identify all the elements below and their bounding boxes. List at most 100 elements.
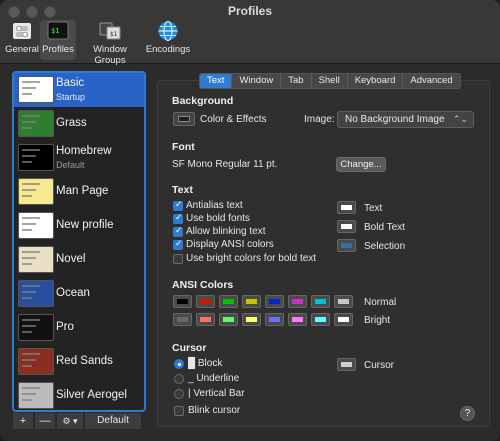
thumbnail-text-line — [22, 393, 36, 395]
thumbnail-text-line — [22, 291, 36, 293]
profile-item[interactable]: Basic Startup — [14, 73, 144, 107]
tab-shell[interactable]: Shell — [312, 74, 348, 88]
profile-item[interactable]: Silver Aerogel — [14, 379, 144, 410]
antialias-checkbox[interactable] — [173, 199, 183, 211]
toolbar-label: Window Groups — [93, 44, 127, 66]
color-swatch — [315, 317, 326, 322]
blink-cursor-label: Blink cursor — [188, 405, 241, 416]
profile-thumbnail — [18, 382, 54, 409]
thumbnail-text-line — [22, 229, 32, 231]
bold-fonts-checkbox[interactable] — [173, 212, 183, 224]
color-swatch — [246, 317, 257, 322]
blinking-text-checkbox[interactable] — [173, 225, 183, 237]
ansi-normal-color-well[interactable] — [242, 295, 261, 308]
toolbar-window-groups[interactable]: $1 Window Groups — [78, 20, 142, 66]
tab-text[interactable]: Text — [200, 74, 233, 88]
bright-bold-checkbox[interactable] — [173, 254, 183, 264]
tab-keyboard[interactable]: Keyboard — [348, 74, 404, 88]
ansi-bright-color-well[interactable] — [196, 313, 215, 326]
thumbnail-text-line — [22, 297, 32, 299]
profile-name: Man Page — [56, 185, 109, 197]
ansi-bright-color-well[interactable] — [219, 313, 238, 326]
cursor-block-label: █ Block — [188, 358, 222, 369]
blink-cursor-checkbox[interactable] — [174, 406, 184, 416]
ansi-bright-color-well[interactable] — [334, 313, 353, 326]
profile-name: Grass — [56, 117, 87, 129]
profile-name: Ocean — [56, 287, 90, 299]
ansi-normal-color-well[interactable] — [311, 295, 330, 308]
profile-item[interactable]: Man Page — [14, 175, 144, 209]
toolbar-profiles[interactable]: $1 Profiles — [40, 20, 76, 60]
color-swatch — [315, 299, 326, 304]
tab-advanced[interactable]: Advanced — [403, 74, 459, 88]
profile-subtitle: Startup — [56, 92, 86, 102]
remove-profile-button[interactable]: — — [34, 412, 56, 430]
color-effects-button[interactable] — [173, 112, 195, 126]
thumbnail-text-line — [22, 325, 36, 327]
cursor-underline-radio[interactable] — [174, 374, 184, 384]
cursor-underline-label: _ Underline — [188, 373, 239, 384]
ansi-normal-color-well[interactable] — [265, 295, 284, 308]
add-profile-button[interactable]: + — [12, 412, 34, 430]
selection-color-label: Selection — [364, 241, 406, 252]
change-font-button[interactable]: Change... — [336, 157, 386, 172]
tab-tab[interactable]: Tab — [281, 74, 312, 88]
tab-window[interactable]: Window — [232, 74, 282, 88]
block-cursor-glyph: █ — [188, 358, 196, 369]
cursor-block-radio[interactable] — [174, 359, 184, 369]
ansi-bright-color-well[interactable] — [311, 313, 330, 326]
ansi-normal-label: Normal — [364, 297, 397, 308]
thumbnail-text-line — [22, 149, 40, 151]
thumbnail-text-line — [22, 331, 32, 333]
thumbnail-text-line — [22, 365, 32, 367]
ansi-normal-color-well[interactable] — [173, 295, 192, 308]
preferences-window: Profiles General $1 Profiles $1 Window G… — [0, 0, 500, 441]
background-image-select[interactable]: No Background Image ⌃⌄ — [337, 111, 474, 128]
bold-text-color-label: Bold Text — [364, 222, 405, 233]
cursor-color-well[interactable] — [337, 358, 356, 371]
thumbnail-text-line — [22, 121, 36, 123]
window-groups-icon: $1 — [99, 22, 121, 40]
profile-actions-menu[interactable]: ⚙ ▾ — [56, 412, 84, 430]
thumbnail-text-line — [22, 353, 40, 355]
ansi-normal-color-well[interactable] — [219, 295, 238, 308]
thumbnail-text-line — [22, 285, 40, 287]
profile-item[interactable]: New profile — [14, 209, 144, 243]
bold-text-color-well[interactable] — [337, 220, 356, 233]
profile-item[interactable]: Ocean — [14, 277, 144, 311]
ansi-bright-color-well[interactable] — [242, 313, 261, 326]
ansi-colors-checkbox[interactable] — [173, 238, 183, 250]
ansi-normal-color-well[interactable] — [288, 295, 307, 308]
ansi-bright-color-well[interactable] — [265, 313, 284, 326]
color-swatch — [200, 317, 211, 322]
selection-color-well[interactable] — [337, 239, 356, 252]
color-swatch — [338, 299, 349, 304]
profile-name: Silver Aerogel — [56, 389, 127, 401]
thumbnail-text-line — [22, 195, 32, 197]
profile-item[interactable]: Red Sands — [14, 345, 144, 379]
color-swatch — [223, 317, 234, 322]
ansi-bright-color-well[interactable] — [288, 313, 307, 326]
thumbnail-text-line — [22, 155, 36, 157]
profile-item[interactable]: Pro — [14, 311, 144, 345]
text-color-well[interactable] — [337, 201, 356, 214]
globe-icon — [158, 21, 178, 41]
set-default-profile-button[interactable]: Default — [84, 412, 142, 430]
toolbar-general[interactable]: General — [4, 20, 40, 60]
profile-item[interactable]: Homebrew Default — [14, 141, 144, 175]
profile-subtitle: Default — [56, 160, 85, 170]
profile-item[interactable]: Grass — [14, 107, 144, 141]
profile-thumbnail — [18, 348, 54, 375]
toolbar-encodings[interactable]: Encodings — [144, 20, 192, 60]
profile-thumbnail — [18, 212, 54, 239]
thumbnail-text-line — [22, 127, 32, 129]
ansi-normal-color-well[interactable] — [196, 295, 215, 308]
help-button[interactable]: ? — [460, 406, 475, 421]
ansi-normal-color-well[interactable] — [334, 295, 353, 308]
thumbnail-text-line — [22, 189, 36, 191]
ansi-bright-color-well[interactable] — [173, 313, 192, 326]
profile-list[interactable]: Basic Startup Grass Homebrew Default Man Page… — [12, 71, 146, 412]
profile-item[interactable]: Novel — [14, 243, 144, 277]
cursor-vertical-bar-radio[interactable] — [174, 389, 184, 399]
profile-thumbnail — [18, 314, 54, 341]
